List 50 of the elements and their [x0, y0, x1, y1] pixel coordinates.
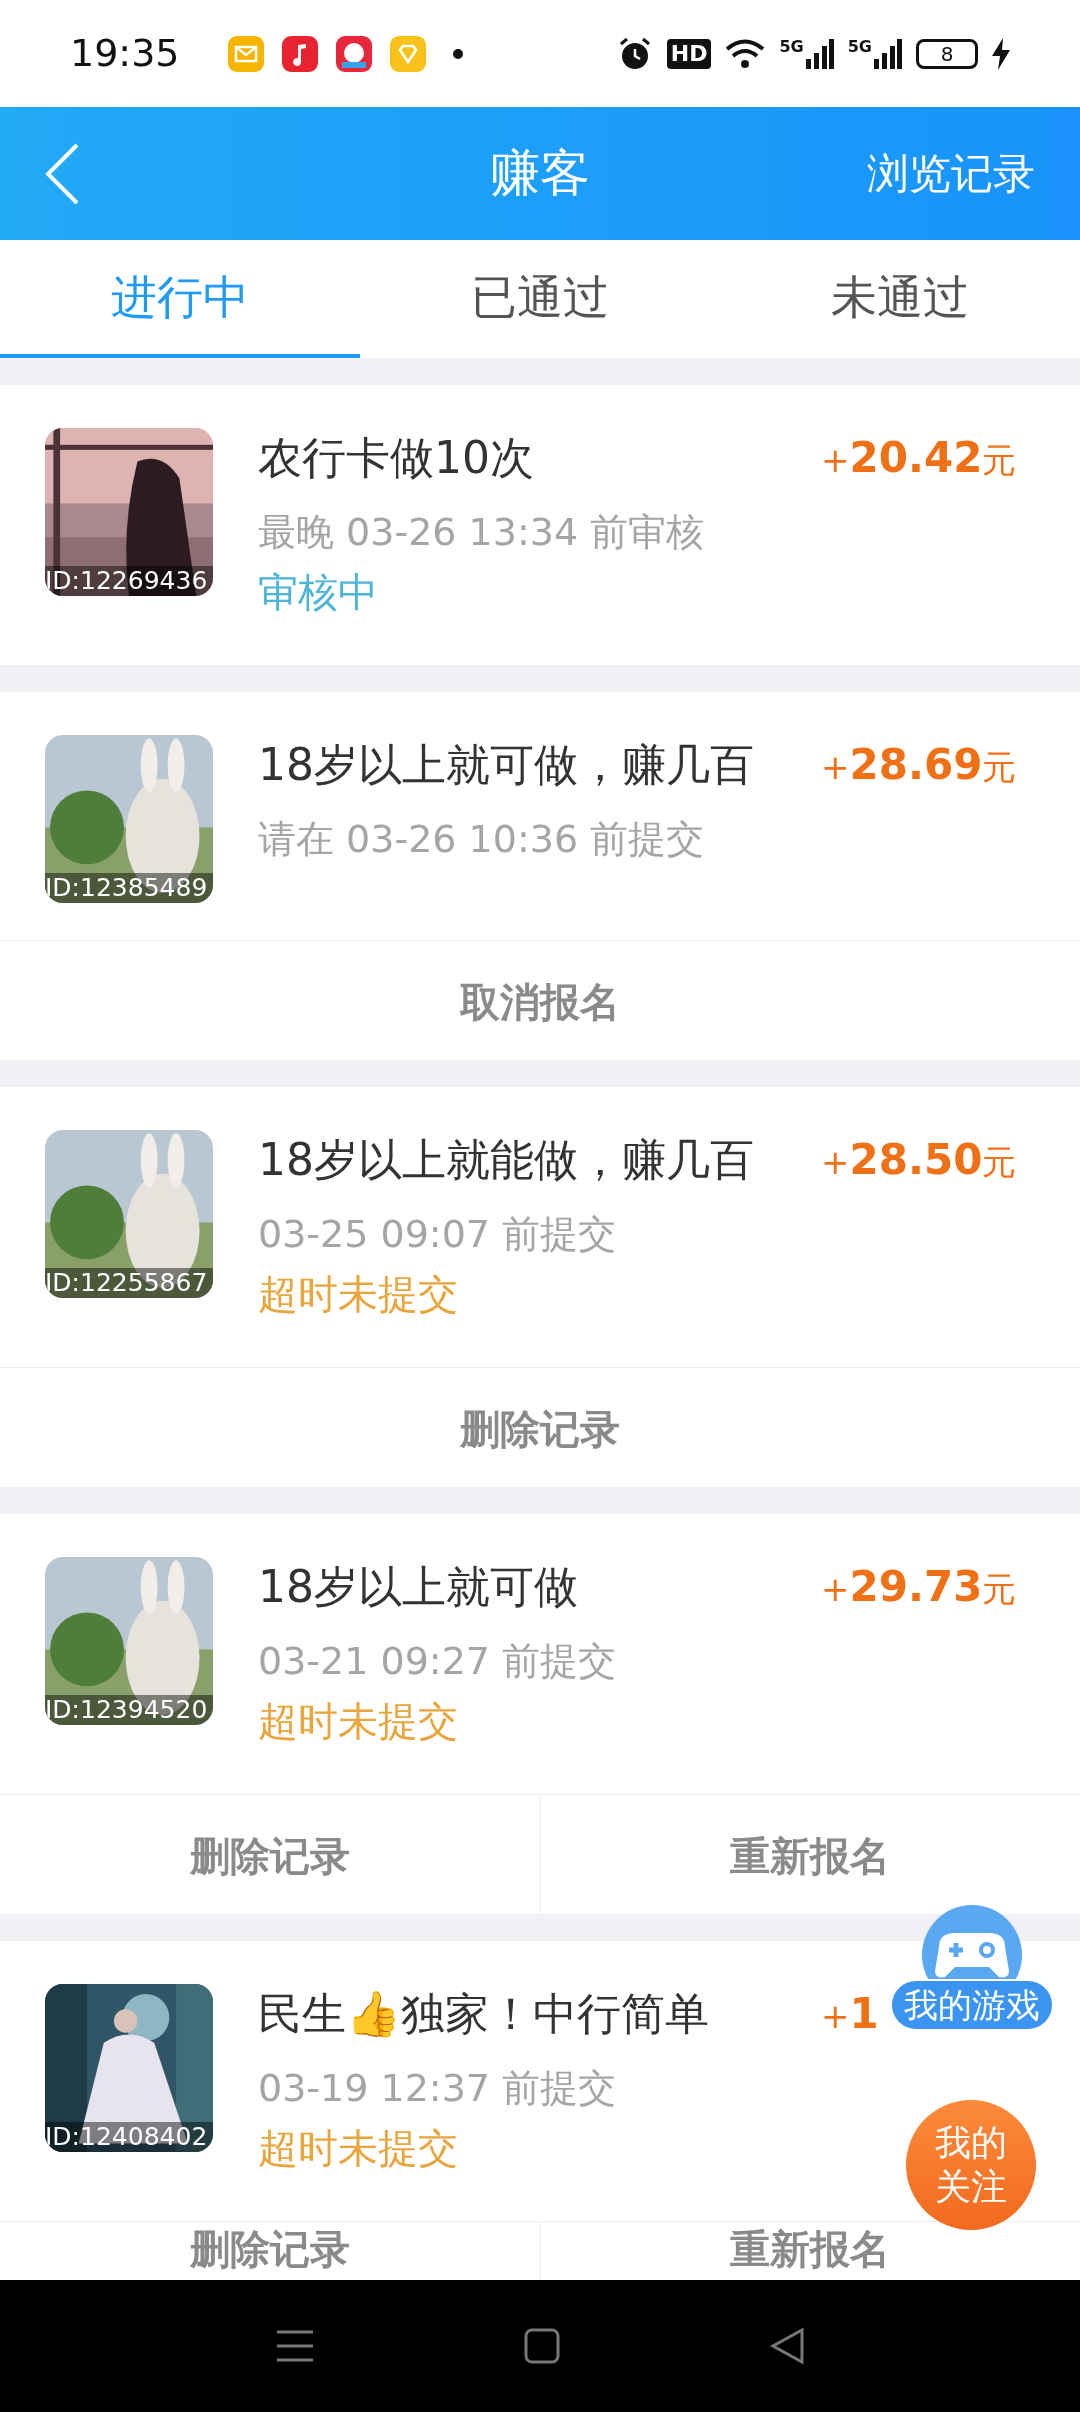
tab[interactable]: 已通过 — [360, 240, 720, 358]
network-label: 5G — [847, 38, 872, 55]
charging-icon — [992, 37, 1010, 70]
task-title: 18岁以上就可做，赚几百 — [258, 738, 754, 792]
task-deadline: 03-21 09:27 前提交 — [258, 1638, 617, 1685]
task-title: 民生👍独家！中行简单 — [258, 1987, 709, 2041]
wifi-icon — [725, 37, 766, 70]
task-action-button[interactable]: 删除记录 — [0, 2222, 540, 2280]
task-deadline: 最晚 03-26 13:34 前审核 — [258, 509, 705, 556]
task-deadline: 请在 03-26 10:36 前提交 — [258, 816, 705, 863]
task-title: 农行卡做10次 — [258, 431, 534, 485]
task-reward: +28.69元 — [821, 739, 1017, 791]
task-id: ID:12385489 — [45, 873, 213, 903]
task-id: ID:12269436 — [45, 566, 213, 596]
task-deadline: 03-19 12:37 前提交 — [258, 2065, 617, 2112]
task-status: 超时未提交 — [258, 2124, 458, 2173]
status-time: 19:35 — [70, 30, 180, 77]
battery-indicator: 8 — [916, 38, 978, 69]
tab[interactable]: 未通过 — [720, 240, 1080, 358]
task-action-button[interactable]: 删除记录 — [0, 1795, 540, 1914]
diamond-app-icon — [389, 35, 426, 72]
mail-app-icon — [227, 35, 264, 72]
signal-icon — [874, 38, 902, 69]
network-label: 5G — [779, 38, 804, 55]
tab[interactable]: 进行中 — [0, 240, 360, 358]
back-nav-icon[interactable] — [769, 2327, 806, 2365]
hd-label: HD — [666, 38, 712, 69]
music-app-icon — [281, 35, 318, 72]
task-status: 超时未提交 — [258, 1697, 458, 1746]
task-title: 18岁以上就能做，赚几百 — [258, 1133, 754, 1187]
browse-history-link[interactable]: 浏览记录 — [867, 142, 1035, 205]
home-icon[interactable] — [524, 2328, 560, 2364]
task-deadline: 03-25 09:07 前提交 — [258, 1211, 617, 1258]
menu-icon[interactable] — [274, 2329, 315, 2363]
task-reward: +28.50元 — [821, 1134, 1017, 1186]
page-title: 赚客 — [490, 143, 590, 204]
task-reward: +1 — [821, 1988, 879, 2040]
mascot-app-icon — [335, 35, 372, 72]
task-action-button[interactable]: 取消报名 — [0, 941, 1080, 1060]
task-action-button[interactable]: 删除记录 — [0, 1368, 1080, 1487]
dot-icon — [451, 47, 464, 60]
task-id: ID:12255867 — [45, 1268, 213, 1298]
task-title: 18岁以上就可做 — [258, 1560, 578, 1614]
task-status: 审核中 — [258, 568, 378, 617]
signal-icon — [805, 38, 834, 69]
task-reward: +29.73元 — [821, 1561, 1017, 1613]
task-id: ID:12394520 — [45, 1695, 213, 1725]
task-reward: +20.42元 — [821, 432, 1017, 484]
back-icon — [45, 142, 79, 205]
task-status: 超时未提交 — [258, 1270, 458, 1319]
